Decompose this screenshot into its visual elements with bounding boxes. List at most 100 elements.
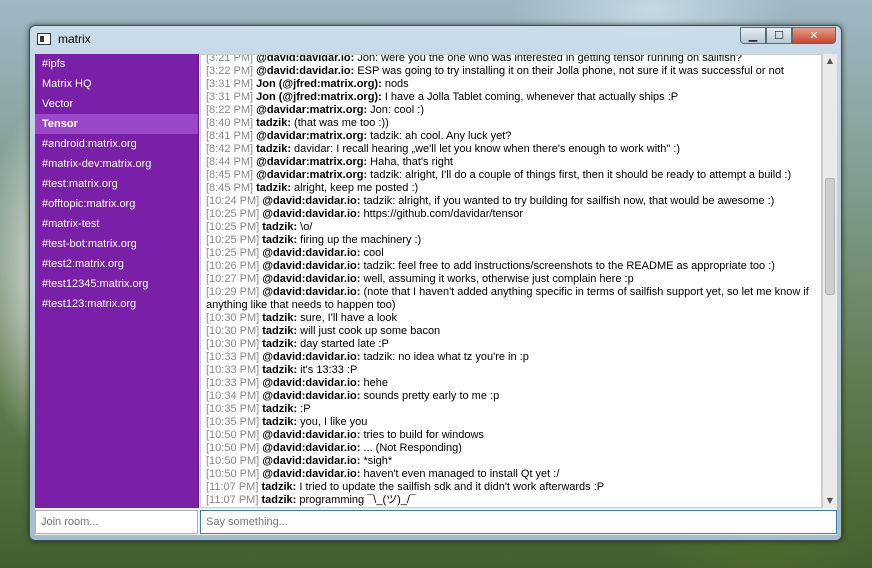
window-controls: ▁ ☐ ✕ [740,27,836,45]
room-item[interactable]: #test:matrix.org [35,174,198,194]
message-row: [10:50 PM] @david:davidar.io: tries to b… [201,429,821,442]
message-timestamp: [10:50 PM] [206,455,260,467]
scroll-up-icon[interactable]: ▲ [823,54,837,68]
message-sender: @david:davidar.io: [262,260,361,272]
message-timestamp: [10:25 PM] [206,208,260,220]
message-row: [11:07 PM] tadzik: programming ¯\_(ツ)_/¯ [201,494,821,507]
client-area: #ipfs Matrix HQ Vector Tensor #android:matri… [35,54,837,535]
message-sender: @david:davidar.io: [262,351,361,363]
message-scrollbar[interactable]: ▲ ▼ [822,54,837,508]
message-sender: tadzik: [256,182,291,194]
message-row: [10:34 PM] @david:davidar.io: sounds pre… [201,390,821,403]
message-timestamp: [10:27 PM] [206,273,260,285]
message-row: [8:45 PM] tadzik: alright, keep me poste… [201,182,821,195]
room-item[interactable]: #matrix-dev:matrix.org [35,154,198,174]
room-item[interactable]: #matrix-test [35,214,198,234]
message-text: https://github.com/davidar/tensor [360,208,524,220]
message-row: [3:22 PM] @david:davidar.io: ESP was goi… [201,65,821,78]
maximize-button[interactable]: ☐ [766,27,792,44]
message-timestamp: [10:50 PM] [206,442,260,454]
message-text: tadzik: no idea what tz you're in :p [360,351,529,363]
scroll-thumb[interactable] [825,178,835,295]
message-text: will just cook up some bacon [297,325,441,337]
message-row: [10:25 PM] tadzik: firing up the machine… [201,234,821,247]
message-timestamp: [11:07 PM] [206,481,259,493]
message-sender: @david:davidar.io: [256,54,355,64]
message-row: [10:30 PM] tadzik: sure, I'll have a loo… [201,312,821,325]
message-text: davidar: I recall hearing „we'll let you… [290,143,681,155]
message-text: nods [381,78,409,90]
message-sender: tadzik: [262,403,298,415]
message-timestamp: [10:30 PM] [206,325,260,337]
join-room-input[interactable] [35,510,198,534]
title-bar[interactable]: matrix ▁ ☐ ✕ [30,26,841,54]
message-timestamp: [3:21 PM] [206,54,254,64]
room-item[interactable]: #ipfs [35,54,198,74]
room-item[interactable]: #test123:matrix.org [35,294,198,314]
message-sender: tadzik: [256,117,291,129]
message-text: tries to build for windows [360,429,484,441]
message-timestamp: [10:29 PM] [206,286,260,298]
message-text: Jon: cool :) [367,104,424,116]
message-sender: @davidar:matrix.org: [256,130,368,142]
room-item[interactable]: #android:matrix.org [35,134,198,154]
message-timestamp: [8:45 PM] [206,169,254,181]
message-row: [10:27 PM] @david:davidar.io: well, assu… [201,273,821,286]
message-timestamp: [3:31 PM] [206,91,254,103]
message-sender: tadzik: [261,494,297,506]
message-row: [10:25 PM] @david:davidar.io: https://gi… [201,208,821,221]
minimize-button[interactable]: ▁ [740,27,766,44]
message-sender: tadzik: [262,234,298,246]
message-sender: @david:davidar.io: [262,468,361,480]
close-button[interactable]: ✕ [792,27,836,44]
message-sender: Jon (@jfred:matrix.org): [256,78,382,90]
message-text: tadzik: alright, I'll do a couple of thi… [367,169,792,181]
message-sender: @david:davidar.io: [262,429,361,441]
message-text: well, assuming it works, otherwise just … [360,273,634,285]
message-timestamp: [10:26 PM] [206,260,260,272]
room-item[interactable]: Tensor [35,114,198,134]
message-input[interactable] [200,510,837,534]
message-timestamp: [8:42 PM] [206,143,254,155]
message-timestamp: [10:35 PM] [206,403,260,415]
message-timestamp: [10:30 PM] [206,312,260,324]
message-timestamp: [10:50 PM] [206,468,260,480]
message-text: (that was me too :)) [290,117,389,129]
message-row: [10:24 PM] @david:davidar.io: tadzik: al… [201,195,821,208]
message-text: sure, I'll have a look [297,312,398,324]
message-row: [10:50 PM] @david:davidar.io: haven't ev… [201,468,821,481]
message-timestamp: [10:34 PM] [206,390,260,402]
message-timestamp: [3:22 PM] [206,65,254,77]
room-item[interactable]: Vector [35,94,198,114]
message-sender: @david:davidar.io: [256,65,355,77]
message-sender: @david:davidar.io: [262,377,361,389]
message-timestamp: [10:25 PM] [206,247,260,259]
room-item[interactable]: #offtopic:matrix.org [35,194,198,214]
room-list: #ipfs Matrix HQ Vector Tensor #android:matri… [35,54,199,508]
room-item[interactable]: #test2:matrix.org [35,254,198,274]
message-sender: tadzik: [262,325,298,337]
message-row: [10:35 PM] tadzik: :P [201,403,821,416]
message-row: [10:30 PM] tadzik: will just cook up som… [201,325,821,338]
message-text: cool [360,247,384,259]
scroll-down-icon[interactable]: ▼ [823,494,837,508]
message-timestamp: [10:25 PM] [206,221,260,233]
message-timestamp: [10:33 PM] [206,377,260,389]
message-row: [10:33 PM] @david:davidar.io: tadzik: no… [201,351,821,364]
message-text: day started late :P [297,338,389,350]
room-item[interactable]: #test-bot:matrix.org [35,234,198,254]
message-sender: @david:davidar.io: [262,442,361,454]
message-text: haven't even managed to install Qt yet :… [360,468,560,480]
message-sender: Jon (@jfred:matrix.org): [256,91,382,103]
message-text: \o/ [297,221,313,233]
message-timestamp: [8:45 PM] [206,182,254,194]
room-item[interactable]: Matrix HQ [35,74,198,94]
message-sender: tadzik: [262,364,298,376]
message-row: [10:33 PM] tadzik: it's 13:33 :P [201,364,821,377]
room-item[interactable]: #test12345:matrix.org [35,274,198,294]
message-row: [3:21 PM] @david:davidar.io: Jon: were y… [201,54,821,65]
message-timestamp: [10:24 PM] [206,195,260,207]
message-row: [8:44 PM] @davidar:matrix.org: Haha, tha… [201,156,821,169]
message-timestamp: [8:40 PM] [206,117,254,129]
message-text: tadzik: alright, if you wanted to try bu… [360,195,775,207]
